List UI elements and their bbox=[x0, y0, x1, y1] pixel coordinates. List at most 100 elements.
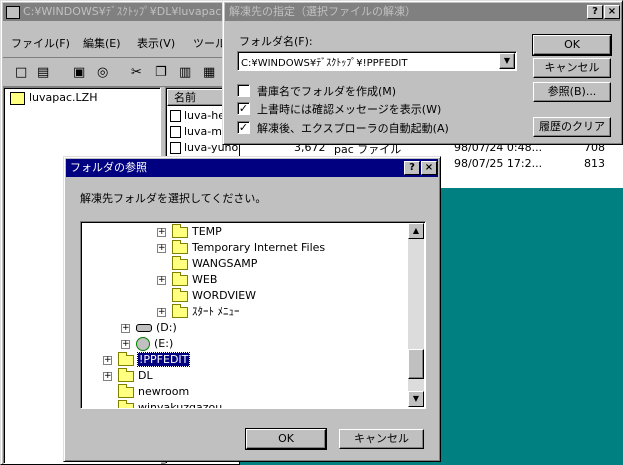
option-create-folder-label[interactable]: 書庫名でフォルダを作成(M) bbox=[257, 83, 396, 99]
folder-icon bbox=[172, 303, 188, 318]
checkbox-auto-explorer[interactable]: ✓ bbox=[237, 121, 250, 134]
folder-tree-item[interactable]: newroom bbox=[103, 383, 190, 400]
explorer-title: C:¥WINDOWS¥ﾃﾞｽｸﾄｯﾌﾟ¥DL¥luvapac.LZH bbox=[23, 5, 237, 18]
folder-icon bbox=[118, 351, 134, 366]
folder-tree-label: WORDVIEW bbox=[192, 289, 257, 302]
cancel-button[interactable]: キャンセル bbox=[533, 58, 611, 78]
expand-icon[interactable]: + bbox=[157, 275, 166, 285]
archive-icon bbox=[10, 91, 25, 105]
folder-tree-item[interactable]: + !PPFEDIT bbox=[103, 351, 191, 368]
checkbox-confirm-overwrite[interactable]: ✓ bbox=[237, 102, 250, 115]
folder-tree-item[interactable]: WANGSAMP bbox=[157, 255, 258, 272]
folder-tree-label: newroom bbox=[138, 385, 190, 398]
folder-icon bbox=[118, 399, 134, 408]
folder-icon bbox=[172, 271, 188, 286]
folder-tree-label: !PPFEDIT bbox=[136, 352, 191, 367]
browse-button[interactable]: 参照(B)... bbox=[533, 82, 611, 102]
ok-button[interactable]: OK bbox=[245, 428, 327, 450]
checkbox-create-folder[interactable] bbox=[237, 84, 250, 97]
folder-tree-label: Temporary Internet Files bbox=[192, 241, 326, 254]
tree-root-label[interactable]: luvapac.LZH bbox=[29, 91, 97, 104]
close-icon[interactable]: × bbox=[604, 5, 620, 19]
close-icon[interactable]: × bbox=[421, 161, 437, 175]
menu-file[interactable]: ファイル(F) bbox=[11, 35, 70, 53]
vertical-scrollbar[interactable]: ▲ ▼ bbox=[408, 223, 424, 407]
folder-icon bbox=[172, 239, 188, 254]
file-icon bbox=[170, 142, 181, 154]
folder-tree-label: (E:) bbox=[154, 337, 174, 350]
folder-tree-item[interactable]: winyakuzgazou bbox=[103, 399, 223, 409]
paste-icon[interactable]: ▥ bbox=[179, 65, 191, 81]
expand-icon[interactable]: + bbox=[103, 371, 112, 381]
menu-view[interactable]: 表示(V) bbox=[137, 35, 175, 53]
cut-icon[interactable]: ✂ bbox=[131, 65, 142, 81]
folder-tree-label: WANGSAMP bbox=[192, 257, 258, 270]
folder-icon bbox=[172, 223, 188, 238]
option-confirm-overwrite-label[interactable]: 上書時には確認メッセージを表示(W) bbox=[257, 101, 441, 117]
extract-dialog-titlebar[interactable]: 解凍先の指定（選択ファイルの解凍） bbox=[225, 3, 620, 21]
folder-icon bbox=[118, 367, 134, 382]
find-icon[interactable]: ◎ bbox=[97, 65, 108, 81]
browse-prompt: 解凍先フォルダを選択してください。 bbox=[80, 192, 267, 205]
scroll-down-button[interactable]: ▼ bbox=[408, 391, 424, 407]
file-col: 813 bbox=[584, 157, 605, 170]
scroll-thumb[interactable] bbox=[408, 349, 424, 379]
drive-icon bbox=[136, 324, 152, 332]
expand-icon[interactable]: + bbox=[121, 323, 130, 333]
folder-tree-item[interactable]: + (D:) bbox=[121, 320, 177, 336]
file-date: 98/07/25 17:2... bbox=[454, 157, 543, 170]
save-icon[interactable]: ▣ bbox=[73, 65, 85, 81]
open-folder-icon[interactable]: ▤ bbox=[37, 65, 49, 81]
expand-icon[interactable]: + bbox=[103, 355, 112, 365]
folder-icon bbox=[118, 383, 134, 398]
new-icon[interactable]: □ bbox=[15, 65, 27, 81]
folder-tree-label: WEB bbox=[192, 273, 218, 286]
clear-history-button[interactable]: 履歴のクリア bbox=[533, 117, 611, 137]
extract-dialog-title: 解凍先の指定（選択ファイルの解凍） bbox=[229, 5, 416, 18]
menu-edit[interactable]: 編集(E) bbox=[83, 35, 121, 53]
file-icon bbox=[170, 126, 181, 138]
help-icon[interactable]: ? bbox=[404, 161, 420, 175]
folder-tree-item[interactable]: + (E:) bbox=[121, 336, 173, 352]
folder-tree-label: DL bbox=[138, 369, 153, 382]
browse-dialog-titlebar[interactable]: フォルダの参照 bbox=[66, 159, 438, 177]
extract-dialog: 解凍先の指定（選択ファイルの解凍） ? × フォルダ名(F): C:¥WINDO… bbox=[222, 0, 623, 145]
option-auto-explorer-label[interactable]: 解凍後、エクスプローラの自動起動(A) bbox=[257, 120, 449, 136]
cancel-button[interactable]: キャンセル bbox=[339, 429, 424, 449]
explorer-app-icon bbox=[6, 6, 20, 19]
folder-name-combobox[interactable]: C:¥WINDOWS¥ﾃﾞｽｸﾄｯﾌﾟ¥!PPFEDIT ▼ bbox=[237, 51, 517, 71]
folder-tree[interactable]: + TEMP + Temporary Internet Files WANGSAMP + W… bbox=[80, 221, 426, 409]
list-item[interactable]: luva-m bbox=[170, 124, 222, 140]
folder-tree-item[interactable]: + ｽﾀｰﾄ ﾒﾆｭｰ bbox=[157, 303, 240, 320]
folder-tree-item[interactable]: + TEMP bbox=[157, 223, 222, 240]
chevron-down-icon[interactable]: ▼ bbox=[499, 53, 515, 69]
expand-icon[interactable]: + bbox=[157, 307, 166, 317]
folder-tree-item[interactable]: WORDVIEW bbox=[157, 287, 257, 304]
help-icon[interactable]: ? bbox=[587, 5, 603, 19]
copy-icon[interactable]: ❐ bbox=[155, 65, 167, 81]
explorer-titlebar[interactable]: C:¥WINDOWS¥ﾃﾞｽｸﾄｯﾌﾟ¥DL¥luvapac.LZH bbox=[3, 3, 237, 21]
browse-dialog-title: フォルダの参照 bbox=[70, 161, 147, 174]
folder-icon bbox=[172, 287, 188, 302]
folder-tree-item[interactable]: + DL bbox=[103, 367, 153, 384]
folder-icon bbox=[172, 255, 188, 270]
folder-tree-label: ｽﾀｰﾄ ﾒﾆｭｰ bbox=[192, 305, 240, 318]
list-item[interactable]: luva-he bbox=[170, 108, 225, 124]
folder-name-label: フォルダ名(F): bbox=[239, 35, 313, 48]
file-icon bbox=[170, 110, 181, 122]
folder-name-value: C:¥WINDOWS¥ﾃﾞｽｸﾄｯﾌﾟ¥!PPFEDIT bbox=[241, 58, 408, 69]
folder-tree-item[interactable]: + WEB bbox=[157, 271, 218, 288]
explorer-menubar: ファイル(F) 編集(E) 表示(V) ツール bbox=[5, 35, 237, 53]
folder-tree-label: winyakuzgazou bbox=[138, 401, 223, 409]
expand-icon[interactable]: + bbox=[157, 227, 166, 237]
ok-button[interactable]: OK bbox=[532, 34, 612, 56]
expand-icon[interactable]: + bbox=[157, 243, 166, 253]
folder-tree-item[interactable]: + Temporary Internet Files bbox=[157, 239, 326, 256]
expand-icon[interactable]: + bbox=[121, 339, 130, 349]
grid-icon[interactable]: ▦ bbox=[203, 65, 215, 81]
scroll-up-button[interactable]: ▲ bbox=[408, 223, 424, 239]
